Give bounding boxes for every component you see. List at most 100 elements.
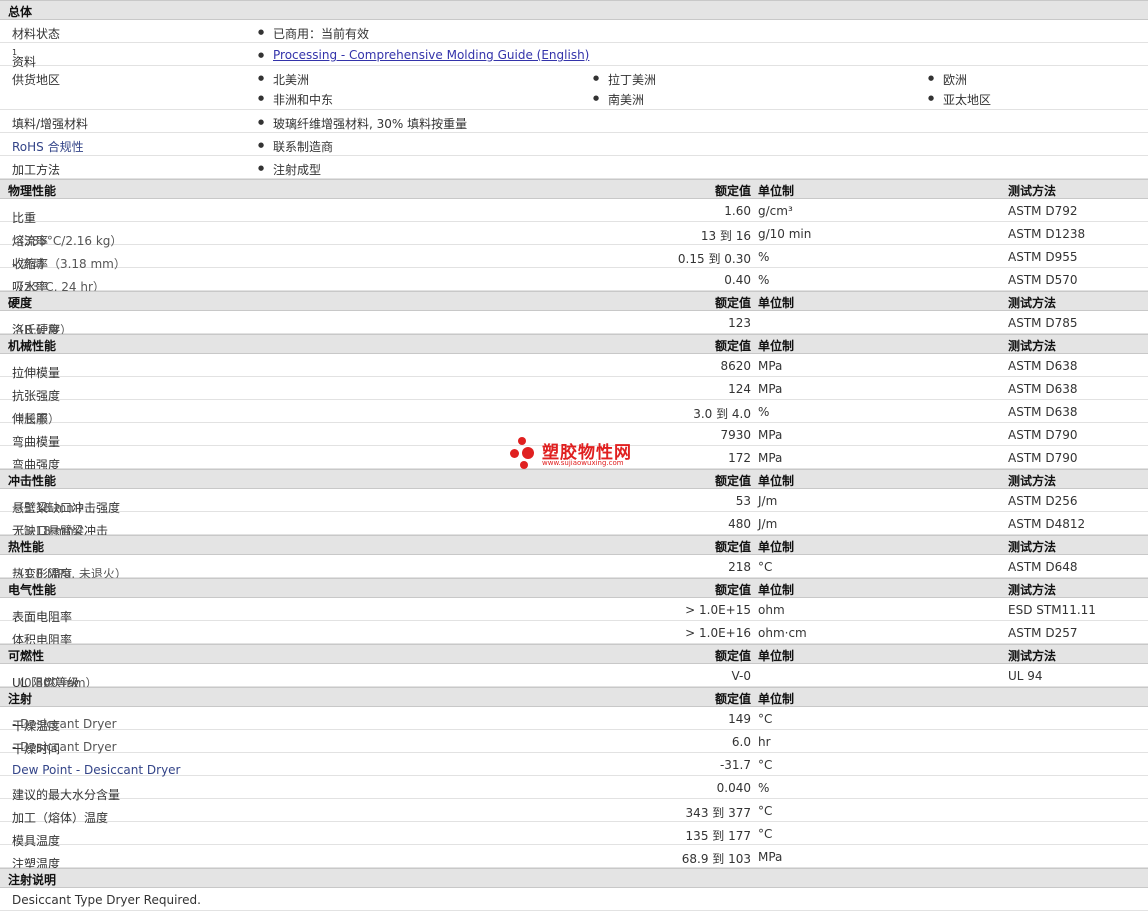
property-value: 8620	[720, 359, 751, 373]
property-method: ESD STM11.11	[1008, 603, 1096, 617]
nominal-header: 额定值	[714, 692, 751, 706]
unit-header: 单位制	[758, 296, 795, 310]
method-header: 测试方法	[1008, 649, 1057, 663]
property-row: 加工（熔体）温度 343 到 377 °C	[0, 799, 1148, 825]
nominal-header: 额定值	[714, 474, 751, 488]
property-unit: %	[758, 250, 770, 264]
property-unit: ohm·cm	[758, 626, 807, 640]
property-row: 干燥温度 - Desiccant Dryer 149 °C	[0, 707, 1148, 733]
property-row: 吸水率 （23°C, 24 hr） 0.40% ASTM D570	[0, 268, 1148, 294]
property-value: 149	[728, 712, 751, 726]
method-header: 测试方法	[1008, 474, 1057, 488]
property-row: 洛氏硬度 （R 计秤） 123 ASTM D785	[0, 311, 1148, 337]
section-title: 硬度	[8, 296, 33, 310]
property-row: Dew Point - Desiccant Dryer -31.7 °C	[0, 753, 1148, 777]
method-header: 测试方法	[1008, 184, 1057, 198]
section-title: 总体	[8, 5, 33, 19]
property-value: 7930	[720, 428, 751, 442]
method-header: 测试方法	[1008, 296, 1057, 310]
property-unit: MPa	[758, 850, 783, 864]
property-value: 172	[728, 451, 751, 465]
property-row: 悬壁梁缺口冲击强度 （3.18 mm） 53 J/m ASTM D256	[0, 489, 1148, 515]
section-header: 冲击性能 额定值 单位制 测试方法	[0, 469, 1148, 489]
property-value: > 1.0E+16	[685, 626, 751, 640]
nominal-header: 额定值	[714, 583, 751, 597]
property-method: ASTM D4812	[1008, 517, 1086, 531]
row-note: Desiccant Type Dryer Required.	[0, 888, 1148, 911]
property-method: UL 94	[1008, 669, 1043, 683]
section-title: 注射说明	[8, 873, 57, 887]
note-text: Desiccant Type Dryer Required.	[12, 893, 201, 907]
property-unit: °C	[758, 758, 773, 772]
property-condition: - Desiccant Dryer	[12, 740, 117, 754]
property-row: 干燥时间 - Desiccant Dryer 6.0 hr	[0, 730, 1148, 756]
section-header-notes: 注射说明	[0, 868, 1148, 888]
property-row: 比重 1.60 g/cm³ ASTM D792	[0, 199, 1148, 225]
property-unit: °C	[758, 827, 773, 841]
row-label: 加工方法	[12, 163, 61, 177]
property-unit: °C	[758, 804, 773, 818]
logo-dot	[510, 449, 519, 458]
row-process-method: 加工方法 注射成型	[0, 156, 1148, 179]
processing-guide-link[interactable]: Processing - Comprehensive Molding Guide…	[273, 48, 589, 62]
row-regions: 供货地区 北美洲 拉丁美洲 欧洲 非洲和中东 南美洲 亚太地区	[0, 66, 1148, 110]
property-method: ASTM D648	[1008, 560, 1078, 574]
property-unit: MPa	[758, 451, 783, 465]
property-row: 表面电阻率 > 1.0E+15 ohm ESD STM11.11	[0, 598, 1148, 624]
property-method: ASTM D257	[1008, 626, 1078, 640]
property-value: 53	[735, 494, 751, 508]
property-value: 480	[728, 517, 751, 531]
property-method: ASTM D638	[1008, 382, 1078, 396]
method-header: 测试方法	[1008, 583, 1057, 597]
property-method: ASTM D790	[1008, 451, 1078, 465]
property-method: ASTM D638	[1008, 359, 1078, 373]
section-title: 冲击性能	[8, 474, 57, 488]
row-filler: 填料/增强材料 玻璃纤维增强材料, 30% 填料按重量	[0, 110, 1148, 133]
nominal-header: 额定值	[714, 540, 751, 554]
row-label: 填料/增强材料	[12, 117, 89, 131]
property-value: 124	[728, 382, 751, 396]
property-row: 建议的最大水分含量 0.040%	[0, 776, 1148, 802]
property-sections: 物理性能 额定值 单位制 测试方法 比重 1.60 g/cm³ ASTM D792 熔流率 （38…	[0, 179, 1148, 871]
property-value: 218	[728, 560, 751, 574]
property-method: ASTM D790	[1008, 428, 1078, 442]
row-material-status: 材料状态 已商用：当前有效	[0, 20, 1148, 43]
property-method: ASTM D1238	[1008, 227, 1086, 241]
row-documents: 资料 1 Processing - Comprehensive Molding …	[0, 43, 1148, 69]
logo-dot	[520, 461, 528, 469]
property-unit: °C	[758, 712, 773, 726]
section-header: 物理性能 额定值 单位制 测试方法	[0, 179, 1148, 199]
property-row: 体积电阻率 > 1.0E+16 ohm·cm ASTM D257	[0, 621, 1148, 647]
property-value: 0.15 到 0.30	[677, 252, 751, 266]
method-header: 测试方法	[1008, 339, 1057, 353]
section-title: 机械性能	[8, 339, 57, 353]
section-header-general: 总体	[0, 0, 1148, 20]
property-condition: - Desiccant Dryer	[12, 717, 117, 731]
watermark-logo: 塑胶物性网 www.sujiaowuxing.com	[510, 437, 670, 471]
property-value: 13 到 16	[700, 229, 751, 243]
nominal-header: 额定值	[714, 339, 751, 353]
property-method: ASTM D256	[1008, 494, 1078, 508]
section-header: 机械性能 额定值 单位制 测试方法	[0, 334, 1148, 354]
unit-header: 单位制	[758, 540, 795, 554]
property-method: ASTM D570	[1008, 273, 1078, 287]
property-method: ASTM D792	[1008, 204, 1078, 218]
logo-dot	[522, 447, 534, 459]
method-header: 测试方法	[1008, 540, 1057, 554]
nominal-header: 额定值	[714, 649, 751, 663]
section-header: 硬度 额定值 单位制 测试方法	[0, 291, 1148, 311]
property-method: ASTM D638	[1008, 405, 1078, 419]
property-value: 6.0	[731, 735, 751, 749]
property-unit: MPa	[758, 428, 783, 442]
section-title: 电气性能	[8, 583, 57, 597]
property-row: 收缩率 - 流动 （3.18 mm） 0.15 到 0.30% ASTM D955	[0, 245, 1148, 271]
unit-header: 单位制	[758, 692, 795, 706]
section-title: 热性能	[8, 540, 45, 554]
property-method: ASTM D785	[1008, 316, 1078, 330]
property-unit: g/10 min	[758, 227, 812, 241]
property-unit: MPa	[758, 382, 783, 396]
row-rohs: RoHS 合规性 联系制造商	[0, 133, 1148, 156]
section-title: 物理性能	[8, 184, 57, 198]
property-value: 68.9 到 103	[681, 852, 751, 866]
nominal-header: 额定值	[714, 184, 751, 198]
